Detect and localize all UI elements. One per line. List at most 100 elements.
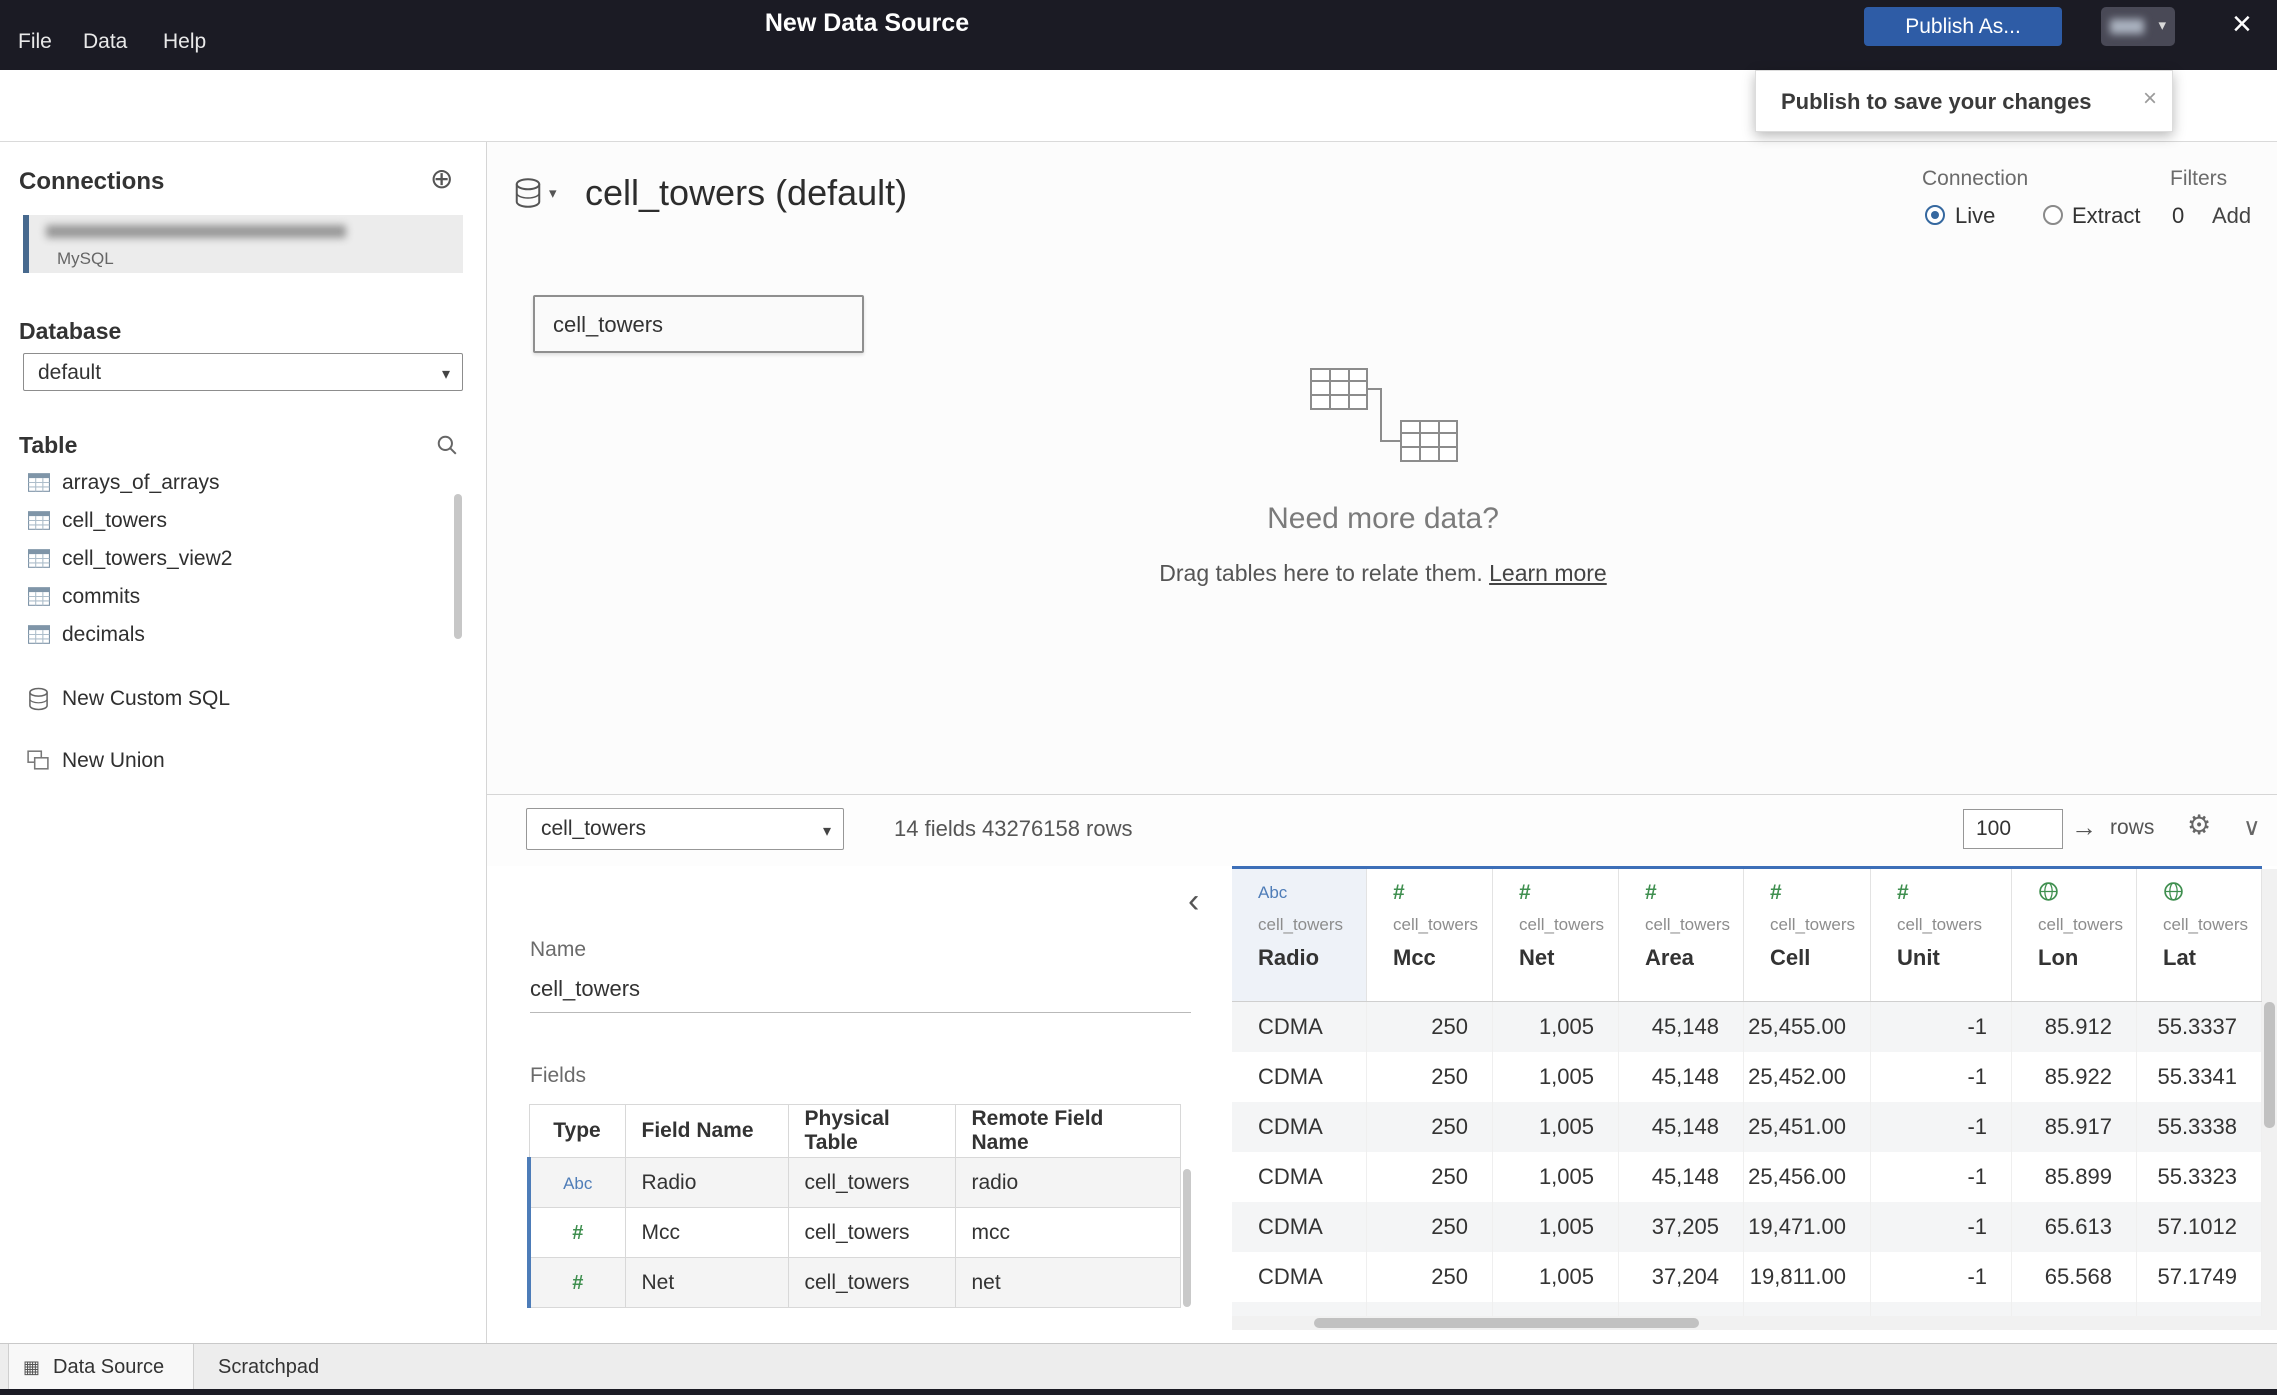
column-table-label: cell_towers [2163, 915, 2249, 934]
tooltip-close-icon[interactable]: × [2143, 85, 2157, 113]
grid-vertical-scrollbar[interactable] [2262, 869, 2277, 1330]
user-menu[interactable]: ▾ [2101, 7, 2175, 46]
learn-more-link[interactable]: Learn more [1489, 560, 1607, 586]
table-name: arrays_of_arrays [62, 471, 220, 494]
search-icon[interactable] [436, 434, 458, 461]
tab-label: Data Source [53, 1356, 165, 1378]
grid-cell: -1 [1871, 1002, 2012, 1052]
grid-cell: 250 [1367, 1152, 1493, 1202]
connection-item[interactable]: MySQL [23, 215, 463, 273]
table-heading: Table [19, 432, 78, 458]
sidebar-item-arrays_of_arrays[interactable]: arrays_of_arrays [0, 464, 455, 502]
column-name: Radio [1258, 945, 1320, 970]
tab-scratchpad[interactable]: Scratchpad [218, 1344, 319, 1390]
datasource-icon[interactable] [514, 178, 542, 213]
column-header-area[interactable]: # cell_towers Area [1619, 869, 1744, 1001]
physical-table-cell: cell_towers [787, 1207, 956, 1258]
tab-data-source[interactable]: ▦ Data Source [8, 1344, 194, 1390]
database-select[interactable]: default ▾ [23, 353, 463, 391]
column-header-lat[interactable]: cell_towers Lat [2137, 869, 2262, 1001]
column-name: Lat [2163, 945, 2196, 970]
live-radio[interactable] [1925, 205, 1945, 225]
scrollbar-thumb[interactable] [2264, 1002, 2275, 1128]
column-header-cell[interactable]: # cell_towers Cell [1744, 869, 1871, 1001]
column-table-label: cell_towers [1770, 915, 1856, 934]
menu-help[interactable]: Help [163, 30, 206, 54]
table-node-cell_towers[interactable]: cell_towers [533, 295, 864, 353]
publish-as-button[interactable]: Publish As... [1864, 7, 2062, 46]
new-union-label: New Union [62, 749, 165, 772]
table-name: decimals [62, 623, 145, 646]
new-union-button[interactable]: New Union [0, 746, 455, 780]
filters-add-button[interactable]: Add [2212, 203, 2251, 229]
sidebar-item-commits[interactable]: commits [0, 578, 455, 616]
grid-cell: 25,456.00 [1744, 1152, 1871, 1202]
chevron-down-icon[interactable]: ∨ [2243, 813, 2261, 842]
extract-radio[interactable] [2043, 205, 2063, 225]
fields-table-scrollbar[interactable] [1183, 1169, 1191, 1307]
grid-cell: CDMA [1232, 1252, 1367, 1302]
string-type-icon: Abc [1258, 883, 1288, 902]
extract-radio-label[interactable]: Extract [2072, 203, 2140, 229]
physical-table-cell: cell_towers [787, 1257, 956, 1308]
filters-section-label: Filters [2170, 167, 2228, 190]
table-name: commits [62, 585, 141, 608]
grid-cell: CDMA [1232, 1052, 1367, 1102]
remote-name-cell: radio [954, 1157, 1181, 1208]
window-close-button[interactable]: × [2232, 4, 2252, 44]
sidebar-item-cell_towers[interactable]: cell_towers [0, 502, 455, 540]
grid-cell: CDMA [1232, 1202, 1367, 1252]
live-radio-label[interactable]: Live [1955, 203, 1995, 229]
grid-row: CDMA 250 1,005 45,148 25,455.00 -1 85.91… [1232, 1002, 2262, 1052]
grid-cell: 37,205 [1619, 1202, 1744, 1252]
column-header-unit[interactable]: # cell_towers Unit [1871, 869, 2012, 1001]
column-table-label: cell_towers [2038, 915, 2124, 934]
name-input[interactable]: cell_towers [530, 976, 640, 1002]
field-row-mcc[interactable]: # Mcc cell_towers mcc [527, 1207, 1181, 1258]
sidebar: Connections ⊕ MySQL Database default ▾ T… [0, 142, 487, 1343]
name-input-underline [530, 1012, 1191, 1013]
column-name: Mcc [1393, 945, 1436, 970]
new-custom-sql-label: New Custom SQL [62, 687, 231, 710]
collapse-panel-icon[interactable]: ‹ [1188, 884, 1199, 918]
column-header-lon[interactable]: cell_towers Lon [2012, 869, 2137, 1001]
field-name-cell: Radio [624, 1157, 789, 1208]
union-icon [27, 750, 49, 775]
field-row-net[interactable]: # Net cell_towers net [527, 1257, 1181, 1308]
fields-label: Fields [530, 1064, 587, 1087]
grid-cell: 65.568 [2012, 1252, 2137, 1302]
menu-file[interactable]: File [18, 30, 52, 54]
grid-table-selector[interactable]: cell_towers ▾ [526, 808, 844, 850]
geographic-type-icon [2163, 881, 2261, 907]
grid-cell: 85.922 [2012, 1052, 2137, 1102]
drag-hint: Drag tables here to relate them. Learn m… [1159, 560, 1606, 587]
column-header-mcc[interactable]: # cell_towers Mcc [1367, 869, 1493, 1001]
grid-horizontal-scrollbar[interactable] [1232, 1316, 2262, 1330]
sidebar-scrollbar[interactable] [454, 494, 462, 639]
grid-cell: 45,148 [1619, 1102, 1744, 1152]
column-header-net[interactable]: # cell_towers Net [1493, 869, 1619, 1001]
fields-header-row: Type Field Name Physical Table Remote Fi… [528, 1104, 1181, 1158]
field-name-cell: Net [624, 1257, 789, 1308]
datasource-canvas: ▾ cell_towers (default) Connection Live … [487, 142, 2277, 794]
new-custom-sql-button[interactable]: New Custom SQL [0, 684, 455, 718]
row-limit-apply-icon[interactable]: → [2071, 812, 2097, 843]
menu-data[interactable]: Data [83, 30, 127, 54]
field-row-radio[interactable]: Abc Radio cell_towers radio [527, 1157, 1181, 1208]
add-connection-icon[interactable]: ⊕ [430, 162, 453, 195]
sidebar-item-cell_towers_view2[interactable]: cell_towers_view2 [0, 540, 455, 578]
row-limit-input[interactable]: 100 [1963, 809, 2063, 849]
chevron-down-icon[interactable]: ▾ [549, 184, 557, 202]
scrollbar-thumb[interactable] [1314, 1318, 1699, 1328]
datasource-tab-icon: ▦ [23, 1357, 41, 1377]
grid-cell: 1,005 [1493, 1002, 1619, 1052]
column-header-radio[interactable]: Abc cell_towers Radio [1232, 869, 1367, 1001]
fields-row-summary: 14 fields 43276158 rows [894, 816, 1133, 841]
sidebar-item-decimals[interactable]: decimals [0, 616, 455, 654]
table-icon [28, 587, 50, 611]
gear-icon[interactable]: ⚙ [2187, 810, 2211, 841]
geographic-type-icon [2038, 881, 2136, 907]
grid-cell: 1,005 [1493, 1152, 1619, 1202]
table-name: cell_towers_view2 [62, 547, 233, 570]
connection-type-label: MySQL [57, 249, 114, 268]
